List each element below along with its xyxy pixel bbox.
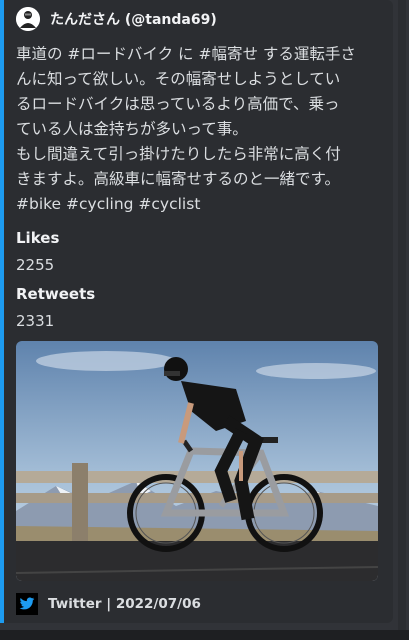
description-line: きますよ。高級車に幅寄せするのと一緒です。 bbox=[16, 170, 340, 188]
embed-image[interactable] bbox=[16, 341, 378, 581]
scrollbar-track[interactable] bbox=[398, 0, 406, 630]
description-line: 車道の #ロードバイク に #幅寄せ する運転手さ bbox=[16, 45, 356, 63]
field-likes-name: Likes bbox=[16, 229, 60, 247]
cyclist-photo bbox=[16, 341, 378, 581]
description-line: んに知って欲しい。その幅寄せしようとしてい bbox=[16, 70, 341, 88]
field-retweets-name: Retweets bbox=[16, 285, 96, 303]
tweet-description: 車道の #ロードバイク に #幅寄せ する運転手さ んに知って欲しい。その幅寄せ… bbox=[16, 42, 386, 217]
tweet-embed: たんださん (@tanda69) 車道の #ロードバイク に #幅寄せ する運転… bbox=[0, 0, 393, 623]
bottom-strip bbox=[0, 630, 409, 640]
avatar[interactable] bbox=[16, 7, 40, 31]
field-likes-value: 2255 bbox=[16, 256, 55, 274]
embed-author[interactable]: たんださん (@tanda69) bbox=[16, 7, 217, 31]
footer-text: Twitter | 2022/07/06 bbox=[48, 596, 201, 612]
twitter-bird-icon bbox=[16, 593, 38, 615]
description-line: もし間違えて引っ掛けたりしたら非常に高く付 bbox=[16, 145, 341, 163]
field-retweets-value: 2331 bbox=[16, 312, 55, 330]
embed-footer: Twitter | 2022/07/06 bbox=[16, 593, 201, 615]
description-line: るロードバイクは思っているより高価で、乗っ bbox=[16, 95, 340, 113]
author-name[interactable]: たんださん (@tanda69) bbox=[50, 9, 217, 29]
description-hashtags: #bike #cycling #cyclist bbox=[16, 195, 201, 213]
description-line: ている人は金持ちが多いって事。 bbox=[16, 120, 248, 138]
rider-avatar-icon bbox=[16, 7, 40, 31]
